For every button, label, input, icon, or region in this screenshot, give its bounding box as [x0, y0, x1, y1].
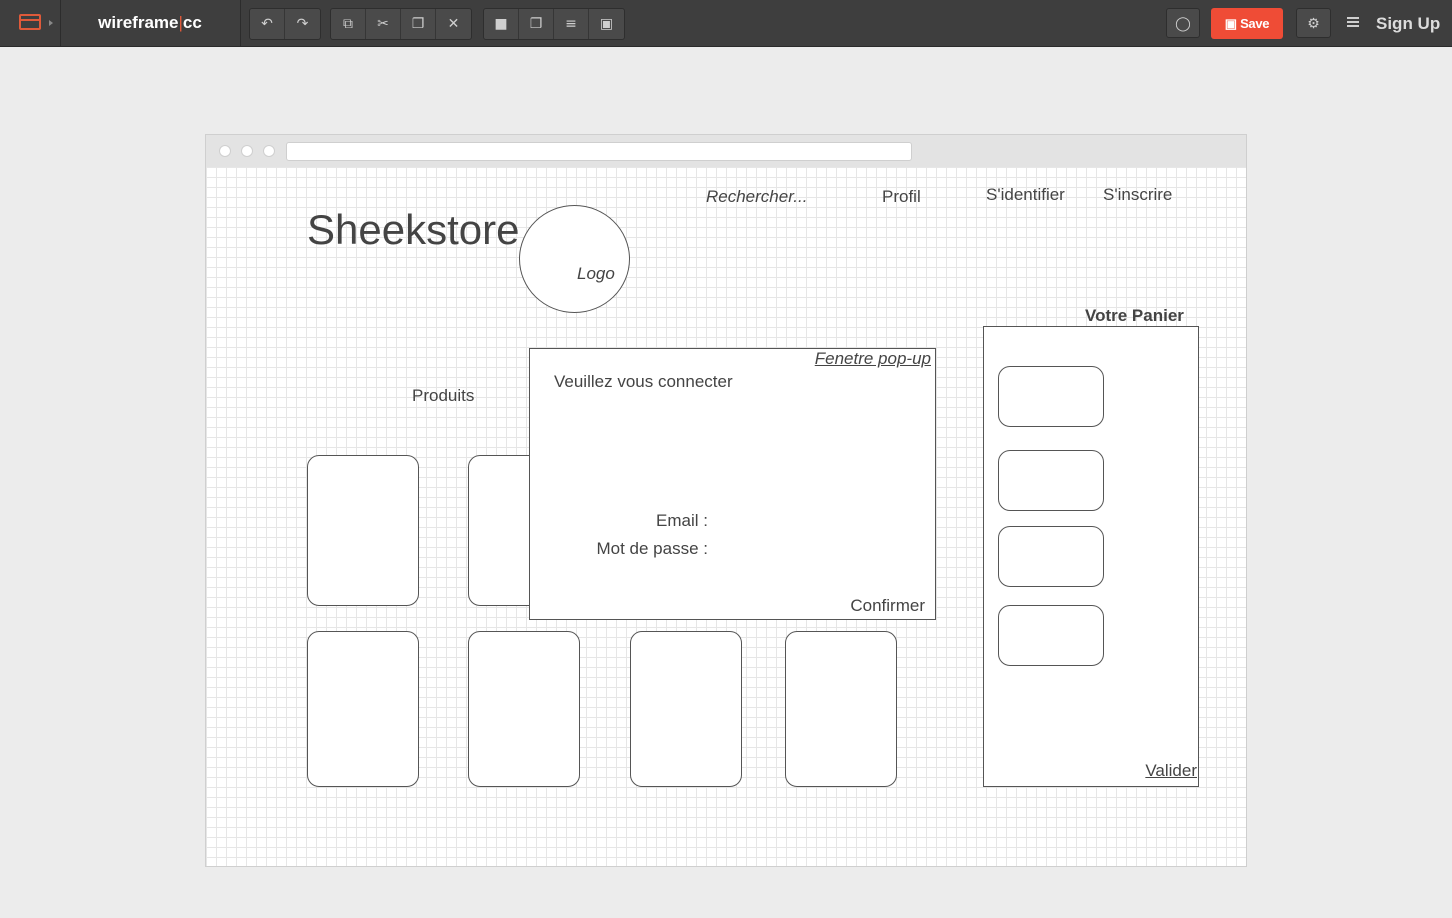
- products-label[interactable]: Produits: [412, 386, 474, 406]
- paste-icon[interactable]: ❐: [401, 9, 436, 39]
- history-group: ↶ ↷: [249, 8, 321, 40]
- settings-button[interactable]: ⚙: [1296, 8, 1331, 38]
- cut-icon[interactable]: ✂: [366, 9, 401, 39]
- caret-right-icon: [49, 20, 53, 26]
- duplicate-icon[interactable]: ⧉: [331, 9, 366, 39]
- cart-title[interactable]: Votre Panier: [1085, 306, 1184, 326]
- brand-name-left: wireframe: [98, 13, 179, 32]
- popup-message: Veuillez vous connecter: [554, 372, 733, 391]
- delete-icon[interactable]: ✕: [436, 9, 471, 39]
- login-link[interactable]: S'identifier: [986, 185, 1065, 205]
- arrange-group: ■ ❐ ≡ ▣: [483, 8, 625, 40]
- window-icon: [19, 14, 41, 30]
- gears-icon: ⚙: [1307, 15, 1320, 31]
- edit-group: ⧉ ✂ ❐ ✕: [330, 8, 472, 40]
- product-card[interactable]: [307, 631, 419, 787]
- product-card[interactable]: [307, 455, 419, 606]
- browser-title-bar: [206, 135, 1246, 168]
- logo-label: Logo: [577, 264, 615, 283]
- window-dot: [263, 145, 275, 157]
- hamburger-menu-icon[interactable]: [1347, 17, 1359, 27]
- validate-link[interactable]: Valider: [1145, 761, 1197, 781]
- window-dot: [241, 145, 253, 157]
- undo-icon[interactable]: ↶: [250, 9, 285, 39]
- register-link[interactable]: S'inscrire: [1103, 185, 1172, 205]
- site-title[interactable]: Sheekstore: [307, 206, 519, 254]
- save-button[interactable]: ▣ Save: [1211, 8, 1283, 39]
- product-card[interactable]: [630, 631, 742, 787]
- email-label: Email :: [656, 511, 708, 530]
- cart-item[interactable]: [998, 366, 1104, 427]
- top-toolbar: wireframe|cc ↶ ↷ ⧉ ✂ ❐ ✕ ■ ❐ ≡ ▣ ◯ ▣ Sav…: [0, 0, 1452, 47]
- align-icon[interactable]: ≡: [554, 9, 589, 39]
- app-menu-button[interactable]: [0, 0, 61, 46]
- redo-icon[interactable]: ↷: [285, 9, 320, 39]
- lock-icon[interactable]: ■: [484, 9, 519, 39]
- confirm-button[interactable]: Confirmer: [850, 596, 925, 616]
- bring-to-front-icon[interactable]: ❐: [519, 9, 554, 39]
- sign-up-link[interactable]: Sign Up: [1376, 0, 1440, 46]
- search-link[interactable]: Rechercher...: [706, 187, 807, 207]
- group-icon[interactable]: ▣: [589, 9, 624, 39]
- password-label: Mot de passe :: [596, 539, 708, 558]
- cart-item[interactable]: [998, 526, 1104, 587]
- profile-link[interactable]: Profil: [882, 187, 921, 207]
- brand-logo[interactable]: wireframe|cc: [60, 0, 241, 46]
- product-card[interactable]: [468, 631, 580, 787]
- cart-panel[interactable]: Valider: [983, 326, 1199, 787]
- login-popup[interactable]: Fenetre pop-up Veuillez vous connecter E…: [529, 348, 936, 620]
- brand-name-right: cc: [182, 13, 202, 32]
- popup-caption: Fenetre pop-up: [814, 349, 931, 368]
- cart-item[interactable]: [998, 450, 1104, 511]
- window-dot: [219, 145, 231, 157]
- product-card[interactable]: [785, 631, 897, 787]
- speech-bubble-icon: ◯: [1175, 15, 1191, 31]
- comment-button[interactable]: ◯: [1166, 8, 1200, 38]
- address-bar[interactable]: [286, 142, 912, 161]
- floppy-icon: ▣: [1224, 16, 1237, 31]
- logo-circle[interactable]: Logo: [519, 205, 630, 313]
- save-label: Save: [1240, 16, 1270, 31]
- cart-item[interactable]: [998, 605, 1104, 666]
